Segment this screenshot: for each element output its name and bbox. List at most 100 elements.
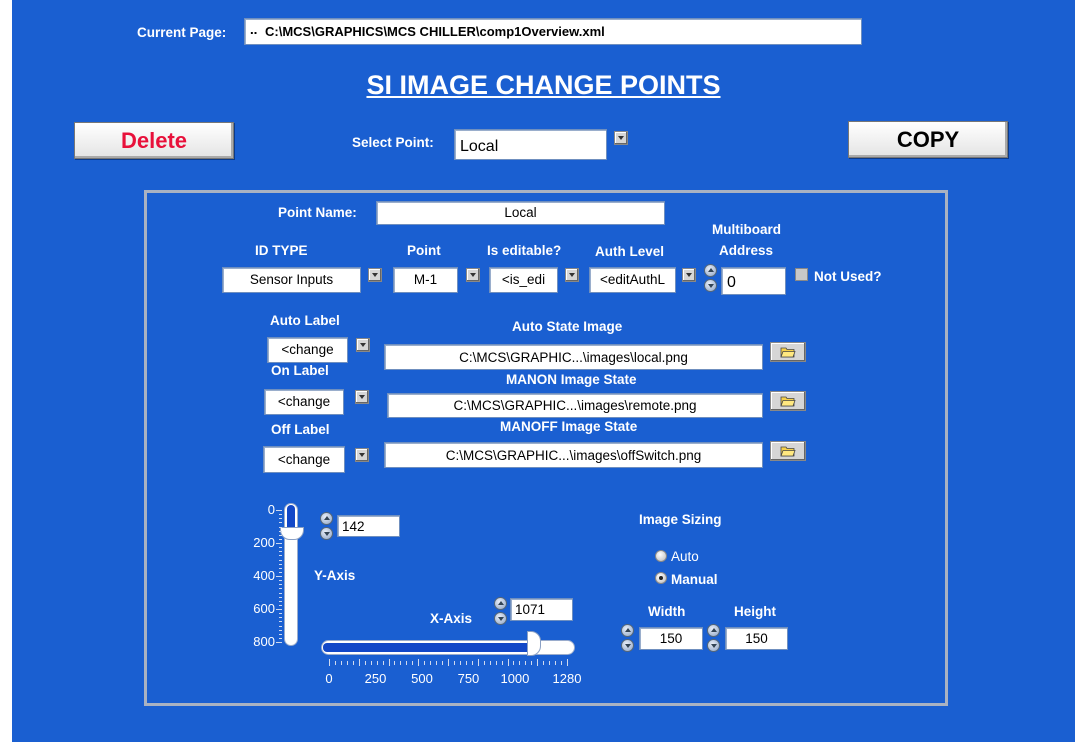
y-axis-tick-label: 800 (253, 634, 275, 649)
x-axis-minor-tick (513, 661, 515, 665)
y-axis-minor-tick (279, 530, 282, 532)
multiboard-address-input[interactable]: 0 (721, 267, 786, 295)
y-axis-spinner-icon[interactable] (320, 512, 333, 540)
select-point-dropdown-icon[interactable] (614, 131, 628, 145)
y-axis-minor-tick (279, 642, 282, 643)
x-axis-tick-label: 1280 (552, 671, 582, 686)
x-axis-minor-tick (442, 661, 444, 665)
x-axis-label: X-Axis (430, 611, 473, 626)
y-axis-minor-tick (279, 625, 282, 627)
manoff-image-browse-button[interactable] (770, 441, 806, 461)
height-input[interactable]: 150 (725, 627, 788, 650)
x-axis-minor-tick (412, 661, 414, 665)
sizing-manual-radio[interactable] (655, 572, 667, 584)
x-axis-tick-label: 1000 (500, 671, 530, 686)
x-axis-input[interactable]: 1071 (510, 598, 573, 621)
select-point-dropdown[interactable]: Local (454, 129, 607, 160)
point-dropdown[interactable]: M-1 (393, 267, 458, 293)
manoff-image-path[interactable]: C:\MCS\GRAPHIC...\images\offSwitch.png (384, 442, 763, 468)
x-axis-minor-tick (537, 659, 539, 666)
multiboard-label: Multiboard (712, 222, 781, 237)
auto-state-image-label: Auto State Image (512, 319, 623, 334)
y-axis-input[interactable]: 142 (337, 515, 400, 537)
id-type-dropdown-icon[interactable] (368, 268, 382, 282)
manon-image-state-label: MANON Image State (506, 372, 637, 387)
y-axis-minor-tick (279, 621, 282, 623)
y-axis-minor-tick (279, 596, 282, 598)
manoff-image-state-label: MANOFF Image State (500, 419, 638, 434)
x-axis-minor-tick (477, 659, 479, 666)
y-axis-minor-tick (279, 547, 282, 549)
height-spinner-icon[interactable] (707, 624, 720, 652)
current-page-field[interactable]: ‥ C:\MCS\GRAPHICS\MCS CHILLER\comp1Overv… (244, 18, 862, 45)
on-label-dropdown[interactable]: <change (264, 389, 344, 415)
editor-window: Current Page: ‥ C:\MCS\GRAPHICS\MCS CHIL… (12, 0, 1075, 742)
select-point-label: Select Point: (352, 135, 434, 150)
on-label-dropdown-icon[interactable] (355, 390, 369, 404)
y-axis-minor-tick (279, 604, 282, 606)
y-axis-minor-tick (279, 580, 282, 582)
y-axis-minor-tick (279, 538, 282, 540)
auto-label-dropdown[interactable]: <change (267, 337, 348, 363)
y-axis-slider-fill (287, 505, 295, 527)
off-label-dropdown-icon[interactable] (355, 448, 369, 462)
x-axis-minor-tick (424, 661, 426, 665)
id-type-label: ID TYPE (255, 243, 308, 258)
x-axis-slider-fill (323, 643, 531, 652)
multiboard-spinner-icon[interactable] (704, 264, 717, 292)
auth-level-dropdown[interactable]: <editAuthL (589, 267, 676, 293)
current-page-label: Current Page: (137, 25, 227, 40)
x-axis-minor-tick (352, 661, 354, 665)
x-axis-minor-tick (507, 659, 509, 666)
x-axis-minor-tick (495, 661, 497, 665)
width-input[interactable]: 150 (639, 627, 703, 650)
point-name-input[interactable]: Local (376, 201, 665, 225)
id-type-dropdown[interactable]: Sensor Inputs (222, 267, 361, 293)
page-title: SI IMAGE CHANGE POINTS (366, 70, 721, 100)
x-axis-minor-tick (364, 661, 366, 665)
y-axis-minor-tick (279, 555, 282, 557)
off-label-label: Off Label (271, 422, 330, 437)
y-axis-minor-tick (279, 592, 282, 594)
y-axis-minor-tick (279, 617, 282, 619)
sizing-manual-label: Manual (671, 572, 718, 587)
x-axis-minor-tick (471, 661, 473, 665)
x-axis-minor-tick (561, 661, 563, 665)
x-axis-minor-tick (531, 661, 533, 665)
open-folder-icon (780, 446, 796, 457)
y-axis-minor-tick (279, 518, 282, 520)
manon-image-path[interactable]: C:\MCS\GRAPHIC...\images\remote.png (387, 393, 763, 418)
width-spinner-icon[interactable] (621, 624, 634, 652)
sizing-auto-radio[interactable] (655, 550, 667, 562)
x-axis-minor-tick (501, 661, 503, 665)
is-editable-label: Is editable? (487, 243, 562, 258)
y-axis-tick-label: 200 (253, 535, 275, 550)
is-editable-dropdown-icon[interactable] (565, 268, 579, 282)
off-label-dropdown[interactable]: <change (263, 446, 345, 473)
y-axis-label: Y-Axis (314, 568, 356, 583)
is-editable-dropdown[interactable]: <is_edi (489, 267, 558, 293)
x-axis-spinner-icon[interactable] (494, 597, 507, 625)
point-dropdown-icon[interactable] (466, 268, 480, 282)
auth-level-dropdown-icon[interactable] (682, 268, 696, 282)
y-axis-minor-tick (279, 633, 282, 635)
x-axis-tick-label: 750 (457, 671, 480, 686)
x-axis-minor-tick (418, 659, 420, 666)
y-axis-minor-tick (279, 563, 282, 565)
y-axis-minor-tick (279, 522, 282, 524)
x-axis-minor-tick (549, 661, 551, 665)
copy-button[interactable]: COPY (848, 121, 1008, 158)
auto-image-browse-button[interactable] (770, 342, 806, 362)
y-axis-minor-tick (279, 534, 282, 536)
auto-state-image-path[interactable]: C:\MCS\GRAPHIC...\images\local.png (384, 344, 763, 370)
sizing-auto-label: Auto (671, 549, 699, 564)
not-used-checkbox[interactable] (795, 268, 808, 281)
y-axis-minor-tick (279, 600, 282, 602)
x-axis-minor-tick (346, 661, 348, 665)
delete-button[interactable]: Delete (74, 122, 234, 159)
y-axis-minor-tick (279, 576, 282, 577)
y-axis-minor-tick (279, 567, 282, 569)
manon-image-browse-button[interactable] (770, 391, 806, 411)
auto-label-dropdown-icon[interactable] (356, 338, 370, 352)
address-label: Address (719, 243, 774, 258)
